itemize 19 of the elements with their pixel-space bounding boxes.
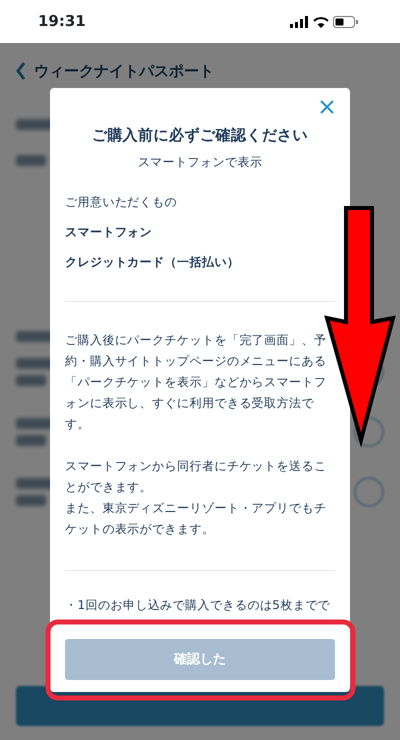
- description-text: ご購入後にパークチケットを「完了画面」、予約・購入サイトトップページのメニューにある「パークチケットを表示」などからスマートフォンに表示し、すぐに利用できる受取方法です。: [65, 332, 328, 432]
- dialog-title: ご購入前に必ずご確認ください: [90, 125, 310, 146]
- battery-icon: [333, 16, 358, 28]
- signal-icon: [290, 16, 309, 28]
- required-item: スマートフォン: [65, 224, 154, 240]
- wifi-icon: [313, 16, 329, 28]
- required-item: クレジットカード（一括払い）: [65, 254, 240, 270]
- blurred-label: [16, 155, 46, 166]
- back-icon[interactable]: [16, 62, 26, 80]
- dialog-subtitle: スマートフォンで表示: [136, 154, 264, 170]
- blurred-label: [16, 375, 46, 386]
- description-text: スマートフォンから同行者にチケットを送ることができます。 また、東京ディズニーリゾート・アプリでもチケットの表示ができます。: [65, 458, 328, 538]
- blurred-label: [16, 435, 46, 446]
- blurred-label: [16, 495, 46, 506]
- section-heading: ご用意いただくもの: [65, 194, 178, 210]
- note-text: ・1回のお申し込みで購入できるのは5枚までで: [65, 596, 332, 614]
- page-title: ウィークナイトパスポート: [34, 60, 214, 82]
- close-icon[interactable]: [320, 100, 334, 114]
- status-time: 19:31: [38, 11, 86, 32]
